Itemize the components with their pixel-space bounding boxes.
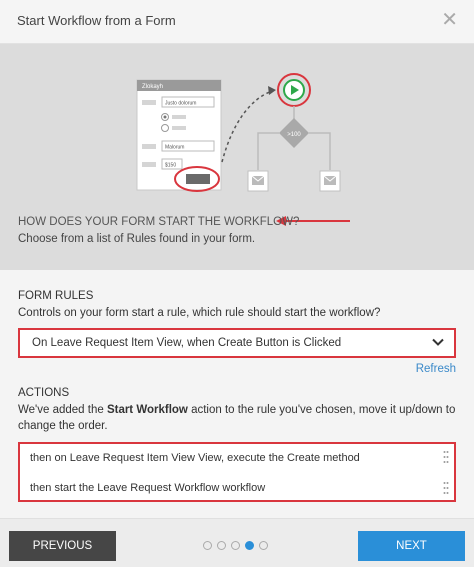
workflow-question: HOW DOES YOUR FORM START THE WORKFLOW? [18, 216, 300, 228]
dialog-body: FORM RULES Controls on your form start a… [0, 270, 474, 525]
drag-handle-icon[interactable] [443, 481, 449, 495]
close-icon[interactable]: ✕ [441, 10, 458, 30]
mail-icon [247, 170, 269, 192]
form-rule-selected-value: On Leave Request Item View, when Create … [32, 337, 342, 349]
refresh-link[interactable]: Refresh [416, 363, 456, 375]
actions-description: We've added the Start Workflow action to… [18, 402, 458, 434]
action-item[interactable]: then on Leave Request Item View View, ex… [30, 452, 360, 464]
form-rules-description: Controls on your form start a rule, whic… [18, 307, 381, 319]
form-mockup-field2: Malorum [165, 145, 184, 151]
chevron-down-icon [432, 338, 444, 346]
actions-description-bold: Start Workflow [106, 404, 188, 416]
form-rule-dropdown[interactable]: On Leave Request Item View, when Create … [18, 328, 456, 358]
mail-icon [319, 170, 341, 192]
actions-description-part: We've added the [18, 404, 107, 416]
step-dot-active[interactable] [245, 541, 254, 550]
step-dot[interactable] [203, 541, 212, 550]
actions-list: then on Leave Request Item View View, ex… [18, 442, 456, 502]
workflow-illustration: Zlokayh Justo dolorum Malorum $150 >100 [136, 73, 341, 192]
previous-button[interactable]: PREVIOUS [9, 531, 116, 561]
form-mockup: Zlokayh Justo dolorum Malorum $150 [136, 79, 222, 191]
step-dot[interactable] [259, 541, 268, 550]
hero-illustration-panel: Zlokayh Justo dolorum Malorum $150 >100 … [0, 44, 474, 270]
decision-label: >100 [287, 132, 301, 138]
decision-diamond: >100 [279, 118, 309, 148]
step-dot[interactable] [231, 541, 240, 550]
step-dot[interactable] [217, 541, 226, 550]
next-button[interactable]: NEXT [358, 531, 465, 561]
workflow-subtext: Choose from a list of Rules found in you… [18, 233, 256, 245]
dashed-connector [221, 90, 273, 163]
dialog-footer: PREVIOUS NEXT [0, 518, 474, 567]
action-item[interactable]: then start the Leave Request Workflow wo… [30, 482, 265, 494]
form-mockup-title: Zlokayh [142, 84, 163, 90]
drag-handle-icon[interactable] [443, 450, 449, 464]
form-mockup-field1: Justo dolorum [165, 101, 196, 107]
actions-label: ACTIONS [18, 387, 70, 399]
dialog-title: Start Workflow from a Form [17, 13, 176, 28]
form-mockup-field3: $150 [165, 163, 176, 169]
form-rules-label: FORM RULES [18, 290, 94, 302]
dialog-header: Start Workflow from a Form ✕ [0, 0, 474, 44]
